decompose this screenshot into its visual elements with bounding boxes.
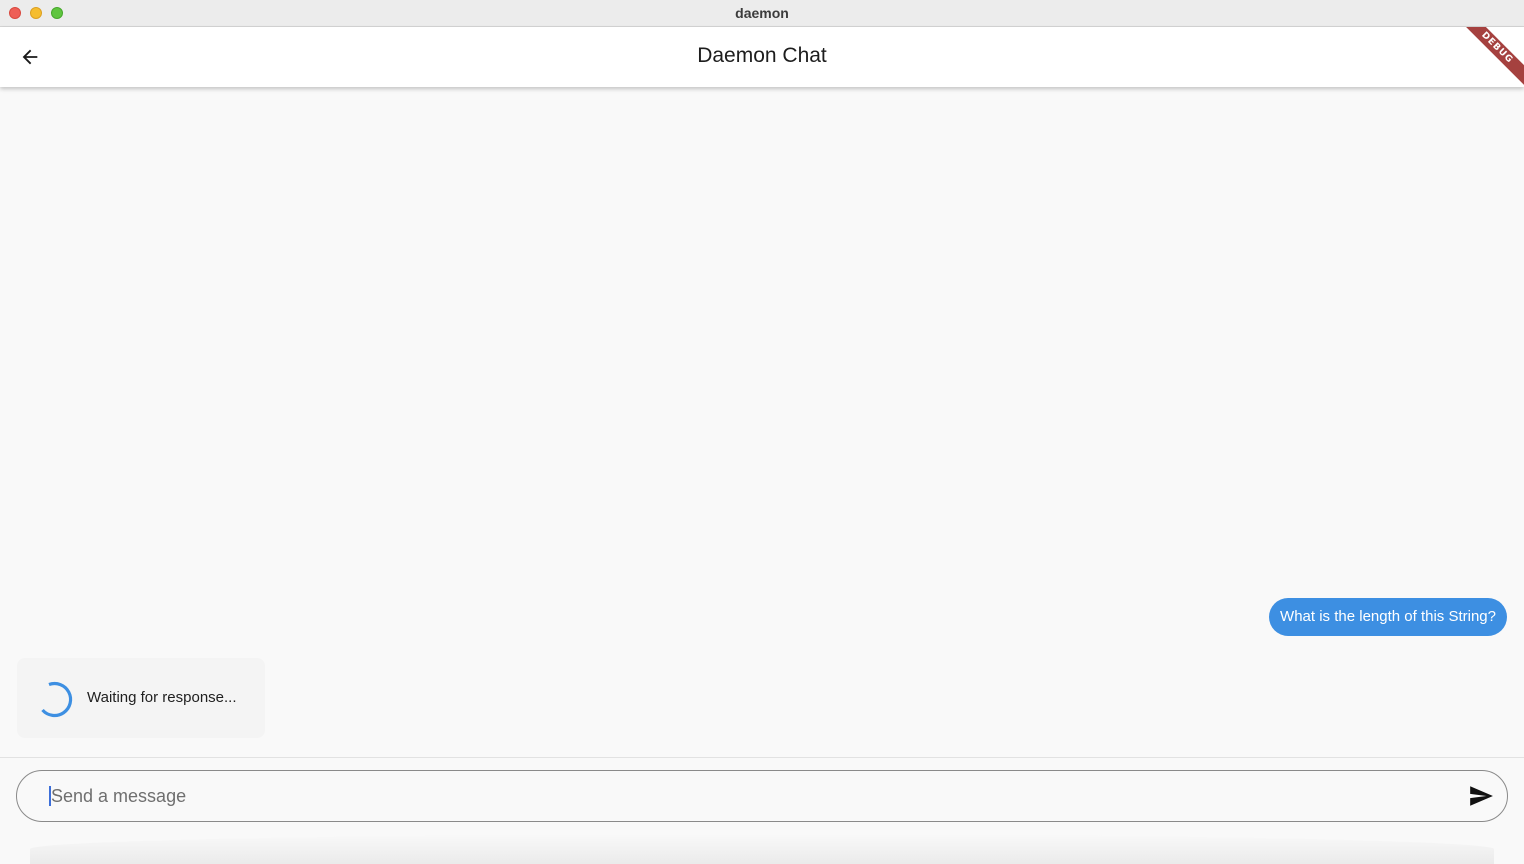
message-input[interactable] bbox=[49, 771, 1453, 822]
loading-spinner-icon bbox=[41, 681, 73, 718]
text-cursor bbox=[49, 786, 51, 806]
app-bar: Daemon Chat bbox=[0, 27, 1524, 87]
page-title: Daemon Chat bbox=[697, 44, 827, 67]
app-window: daemon Daemon Chat DEBUG What is the len… bbox=[0, 0, 1524, 864]
send-button[interactable] bbox=[1463, 778, 1499, 814]
window-titlebar: daemon bbox=[0, 0, 1524, 27]
waiting-status-card: Waiting for response... bbox=[17, 658, 265, 738]
window-title: daemon bbox=[735, 5, 789, 21]
composer-bar bbox=[0, 757, 1524, 864]
message-input-container[interactable] bbox=[16, 770, 1508, 822]
send-icon bbox=[1470, 786, 1493, 806]
bottom-shadow bbox=[30, 834, 1494, 864]
user-message-bubble: What is the length of this String? bbox=[1269, 598, 1507, 636]
chat-message-list[interactable]: What is the length of this String? Waiti… bbox=[0, 87, 1524, 757]
waiting-status-text: Waiting for response... bbox=[87, 689, 237, 706]
